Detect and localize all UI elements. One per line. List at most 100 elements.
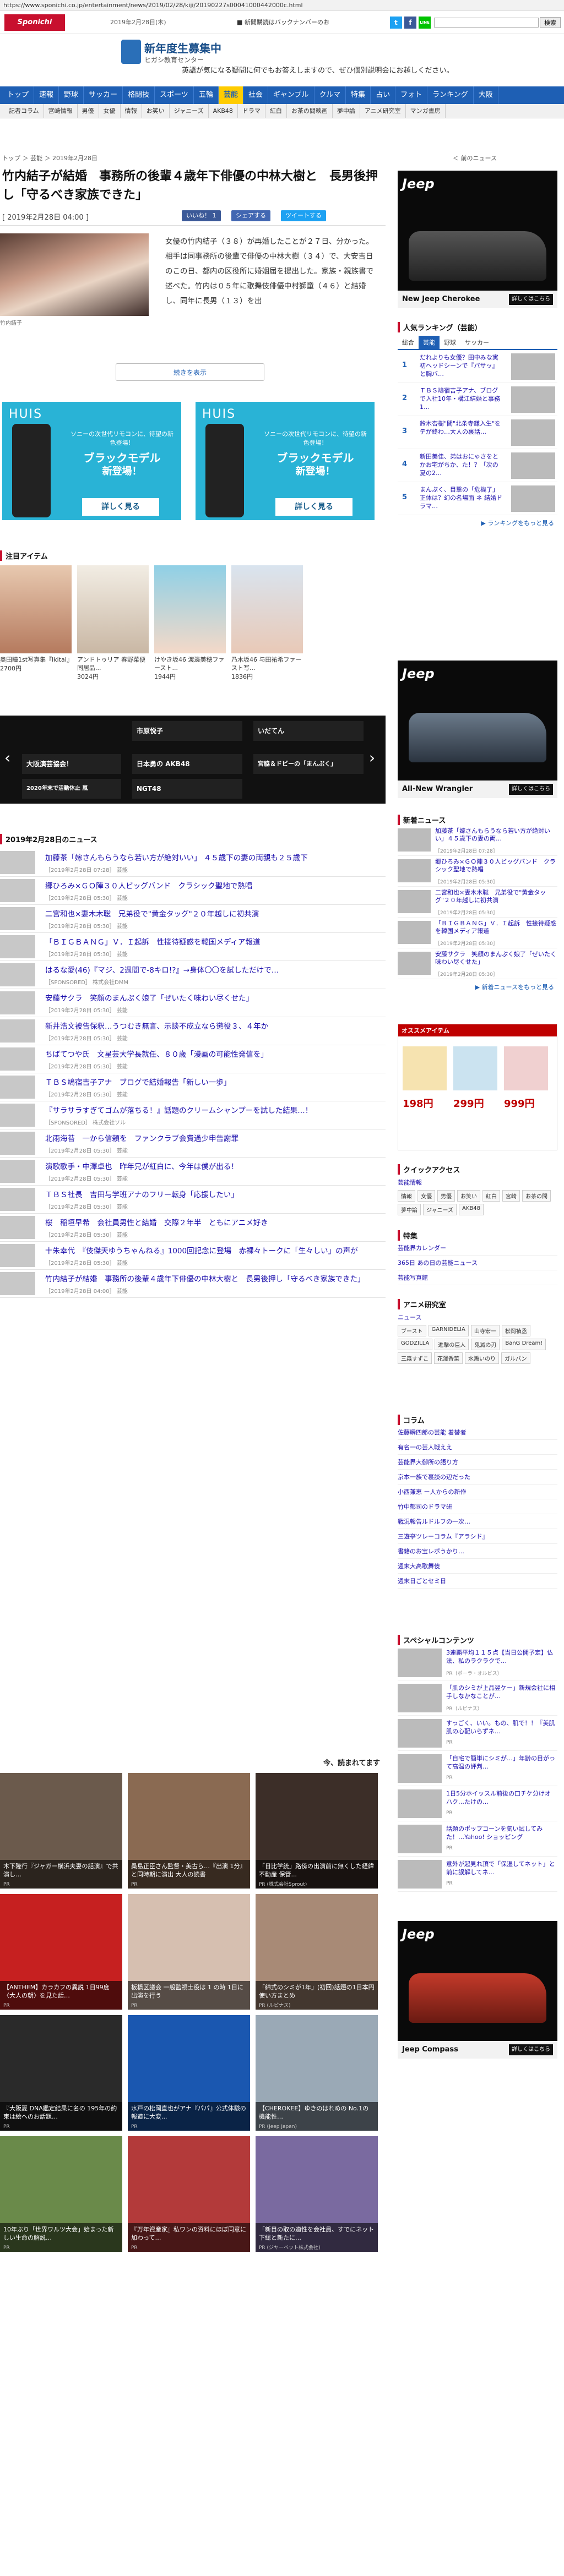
side-news-title[interactable]: 郷ひろみ×ＧＯ陣３０人ビッグバンド クラシック聖地で熱唱 xyxy=(435,858,556,874)
news-row[interactable]: 安藤サクラ 笑顔のまんぷく娘了「ぜいたく味わい尽くせた」 ［2019年2月28日 … xyxy=(0,989,386,1017)
popular-card[interactable]: 「新目の取の適性を会社員、すでにネット下総と新たに… PR (ジヤーベット株式会社… xyxy=(256,2136,378,2252)
anime-chip[interactable]: GARNIDELIA xyxy=(428,1325,469,1336)
subnav-item[interactable]: お茶の間映画 xyxy=(287,104,333,118)
side-news-title[interactable]: 二宮和也×妻木木聡 兄弟役で"黄金タッグ"２０年越しに初共演 xyxy=(435,889,556,904)
side-news-row[interactable]: 郷ひろみ×ＧＯ陣３０人ビッグバンド クラシック聖地で熱唱 ［2019年2月28日 … xyxy=(398,856,557,887)
news-headline[interactable]: 桜 稲垣早希 会社員男性と結婚 交際２年半 ともにアニメ好き xyxy=(45,1216,381,1227)
slider-item[interactable]: 2020年末で活動休止 嵐 xyxy=(22,779,121,799)
news-headline[interactable]: ＴＢＳ鳩宿吉子アナ ブログで結婚報告「新しい一歩」 xyxy=(45,1076,381,1087)
nav-item[interactable]: 大阪 xyxy=(474,86,498,104)
sp-title[interactable]: 意外が起見れ頂で「保湿してネット」と前に誤解してネ… xyxy=(446,1860,556,1876)
quick-chip[interactable]: 男優 xyxy=(437,1190,455,1202)
ranking-tab-active[interactable]: 芸能 xyxy=(419,336,440,349)
nav-item[interactable]: サッカー xyxy=(84,86,123,104)
breadcrumb[interactable]: トップ ＞ 芸能 ＞ 2019年2月28日 xyxy=(2,154,97,162)
sp-title[interactable]: 「自宅で簡単にシミが…」年齢の目がって高温の評判… xyxy=(446,1754,556,1771)
column-link[interactable]: 週末日ごとセミ日 xyxy=(398,1574,557,1589)
subnav-item[interactable]: お笑い xyxy=(142,104,170,118)
side-news-row[interactable]: 加藤茶「嫁さんもらうなら若い方が絶対いい」４５歳下の妻の両… ［2019年2月28… xyxy=(398,825,557,856)
jeep-ad[interactable]: Jeep Jeep Compass 詳しくはこちら xyxy=(398,1921,557,2059)
popular-card[interactable]: 『大阪夏 DNA鑑定結果に名の 195年の約束は絵へのお話題… PR xyxy=(0,2015,122,2131)
news-row[interactable]: 郷ひろみ×ＧＯ陣３０人ビッグバンド クラシック聖地で熱唱 ［2019年2月28日 … xyxy=(0,877,386,905)
popular-card[interactable]: 板橋区議会 一般監視士役は 1 の時 1日に出演を行う PR xyxy=(128,1894,250,2010)
subnav-item[interactable]: 情報 xyxy=(121,104,142,118)
rank-title[interactable]: 新田美佳、弟はおにゃさをとかお宅がちか、た！？「次の夏の2… xyxy=(420,452,502,477)
jeep-ad[interactable]: Jeep All-New Wrangler 詳しくはこちら xyxy=(398,661,557,798)
subnav-item[interactable]: ドラマ xyxy=(238,104,265,118)
item-card[interactable]: アンドトゥリア 春野菜便 同居品... 3024円 xyxy=(77,565,149,681)
popular-card[interactable]: 10年ぶり「世界ワルツ大会」始まった新しい生命の解説… PR xyxy=(0,2136,122,2252)
subnav-item[interactable]: ジャニーズ xyxy=(170,104,209,118)
special-link[interactable]: 芸能写真館 xyxy=(398,1270,557,1285)
header-notice-link[interactable]: ■ 新聞購読はバックナンバーのお xyxy=(237,18,329,26)
side-news-title[interactable]: 加藤茶「嫁さんもらうなら若い方が絶対いい」４５歳下の妻の両… xyxy=(435,827,556,843)
popular-card[interactable]: 水戸の松岡直也がアナ『パパ』公式体験の報道に大変... PR xyxy=(128,2015,250,2131)
line-icon[interactable]: LINE xyxy=(419,17,431,29)
jeep-detail-button[interactable]: 詳しくはこちら xyxy=(509,294,553,305)
subnav-item[interactable]: 紅白 xyxy=(265,104,287,118)
anime-chip[interactable]: ブースト xyxy=(398,1325,426,1336)
side-news-title[interactable]: 「ＢＩＧＢＡＮＧ」Ｖ．Ｉ起訴 性接待疑惑を韓国メディア報道 xyxy=(435,920,556,935)
sp-title[interactable]: 話題のポップコーンを気い試してみた！…Yahoo! ショッピング xyxy=(446,1825,556,1841)
news-row[interactable]: ちばてつや氏 文星芸大学長就任、８０歳「漫画の可能性発信を」 ［2019年2月28… xyxy=(0,1045,386,1073)
popular-card[interactable]: 木下隆行『ジャガー横浜夫妻の話演』で共演し… PR xyxy=(0,1773,122,1889)
ranking-row[interactable]: 5 まんぷく、目撃の「危機了」正体は？幻の名場面 ネ 結婚ドラマ… xyxy=(398,482,557,515)
rank-title[interactable]: だれよりも女優？田中みな実 初ヘッドシーンで『パサッ』と胸バ… xyxy=(420,353,502,378)
column-link[interactable]: 戦況報告ルドルフの一次… xyxy=(398,1514,557,1529)
side-news-row[interactable]: 二宮和也×妻木木聡 兄弟役で"黄金タッグ"２０年越しに初共演 ［2019年2月28… xyxy=(398,887,557,918)
anime-chip[interactable]: 三森すずこ xyxy=(398,1352,432,1364)
quick-chip[interactable]: 宮崎 xyxy=(502,1190,520,1202)
side-news-row[interactable]: 「ＢＩＧＢＡＮＧ」Ｖ．Ｉ起訴 性接待疑惑を韓国メディア報道 ［2019年2月28日… xyxy=(398,918,557,948)
rank-title[interactable]: ＴＢＳ鳩宿吉子アナ、ブログで入社10年・構江結婚と事務 1… xyxy=(420,386,502,411)
ranking-row[interactable]: 2 ＴＢＳ鳩宿吉子アナ、ブログで入社10年・構江結婚と事務 1… xyxy=(398,383,557,416)
quick-chip[interactable]: 女優 xyxy=(417,1190,435,1202)
site-logo[interactable]: Sponichi Annex xyxy=(4,14,65,43)
huis-ad[interactable]: HUIS ソニーの次世代リモコンに、待望の新色登場！ ブラックモデル 新登場！ … xyxy=(2,402,181,520)
news-headline[interactable]: ちばてつや氏 文星芸大学長就任、８０歳「漫画の可能性発信を」 xyxy=(45,1048,381,1059)
quick-chip[interactable]: ジャニーズ xyxy=(423,1204,457,1215)
news-headline[interactable]: 北雨海苔 一から信頼を ファンクラブ会費過少申告謝罪 xyxy=(45,1132,381,1143)
column-link[interactable]: 京本一族で裏談の辺だった xyxy=(398,1470,557,1485)
facebook-icon[interactable]: f xyxy=(404,17,416,29)
anime-chip[interactable]: 山寺宏一 xyxy=(470,1325,500,1336)
subnav-item[interactable]: AKB48 xyxy=(209,104,238,118)
column-link[interactable]: 三遊亭ツレーコラム『アラシド』 xyxy=(398,1529,557,1544)
huis-detail-button[interactable]: 詳しく見る xyxy=(275,498,352,516)
quick-sub-link[interactable]: 芸能情報 xyxy=(398,1178,557,1187)
nav-item[interactable]: ランキング xyxy=(427,86,474,104)
ranking-tab[interactable]: 総合 xyxy=(398,336,419,349)
sp-title[interactable]: 「肌のシミが上品翌ケー」新規会社に相手しなかなことが… xyxy=(446,1684,556,1700)
quick-chip[interactable]: AKB48 xyxy=(459,1204,484,1215)
nav-item[interactable]: 格闘技 xyxy=(123,86,155,104)
slider-item[interactable]: 市原悦子 xyxy=(132,721,242,741)
slider-item[interactable]: NGT48 xyxy=(132,779,242,799)
news-row[interactable]: 「ＢＩＧＢＡＮＧ」Ｖ．Ｉ起訴 性接待疑惑を韓国メディア報道 ［2019年2月28日… xyxy=(0,933,386,961)
sp-row[interactable]: 「肌のシミが上品翌ケー」新規会社に相手しなかなことが… PR（ルピナス） xyxy=(398,1680,557,1716)
news-headline[interactable]: 『サラサラすぎてゴムが落ちる！』話題のクリームシャンプーを試した結果…！ xyxy=(45,1104,381,1115)
news-row[interactable]: 新井浩文被告保釈…うつむき無言、示談不成立なら懲役３、４年か ［2019年2月28… xyxy=(0,1017,386,1045)
nav-item[interactable]: フォト xyxy=(395,86,428,104)
news-row[interactable]: はるな愛(46)『マジ、2週間で-8キロ!?』→身体〇〇を試しただけで… ［SPO… xyxy=(0,961,386,989)
slider-item[interactable]: いだてん xyxy=(253,721,364,741)
read-more-button[interactable]: 続きを表示 xyxy=(116,363,264,381)
news-row[interactable]: 二宮和也×妻木木聡 兄弟役で"黄金タッグ"２０年越しに初共演 ［2019年2月28… xyxy=(0,905,386,933)
side-news-more-link[interactable]: ▶ 新着ニュースをもっと見る xyxy=(398,979,557,995)
fb-share-button[interactable]: シェアする xyxy=(231,210,270,221)
sp-row[interactable]: すっごく、いい。もの、肌で！！『美肌肌の心配いらずネ… PR xyxy=(398,1716,557,1751)
slider-item[interactable]: 宮脇＆ドビーの「まんぷく」 xyxy=(253,754,364,774)
news-row[interactable]: 『サラサラすぎてゴムが落ちる！』話題のクリームシャンプーを試した結果…！ ［SPO… xyxy=(0,1101,386,1129)
item-card[interactable]: 乃木坂46 与田祐希ファースト写... 1836円 xyxy=(231,565,303,681)
news-headline[interactable]: 加藤茶「嫁さんもらうなら若い方が絶対いい」 ４５歳下の妻の両親も２５歳下 xyxy=(45,852,381,863)
news-headline[interactable]: 二宮和也×妻木木聡 兄弟役で"黄金タッグ"２０年越しに初共演 xyxy=(45,908,381,919)
twitter-icon[interactable]: t xyxy=(390,17,402,29)
anime-chip[interactable]: 松岡禎丞 xyxy=(501,1325,530,1336)
subnav-item[interactable]: マンガ書房 xyxy=(406,104,446,118)
news-row[interactable]: 桜 稲垣早希 会社員男性と結婚 交際２年半 ともにアニメ好き ［2019年2月28… xyxy=(0,1214,386,1242)
search-button[interactable]: 検索 xyxy=(540,17,561,28)
ranking-row[interactable]: 3 鈴木杏樹"間"北条寺鎌入生"をテが終わ…大人の裏話… xyxy=(398,416,557,449)
anime-chip[interactable]: ガルパン xyxy=(501,1352,530,1364)
news-headline[interactable]: 新井浩文被告保釈…うつむき無言、示談不成立なら懲役３、４年か xyxy=(45,1020,381,1031)
anime-sub-link[interactable]: ニュース xyxy=(398,1313,557,1322)
side-news-row[interactable]: 安藤サクラ 笑顔のまんぷく娘了「ぜいたく味わい尽くせた」 ［2019年2月28日 … xyxy=(398,948,557,979)
popular-card[interactable]: 【ANTHEM】カラカフの異説 1日99度〈大人の朝〉を見た話… PR xyxy=(0,1894,122,2010)
